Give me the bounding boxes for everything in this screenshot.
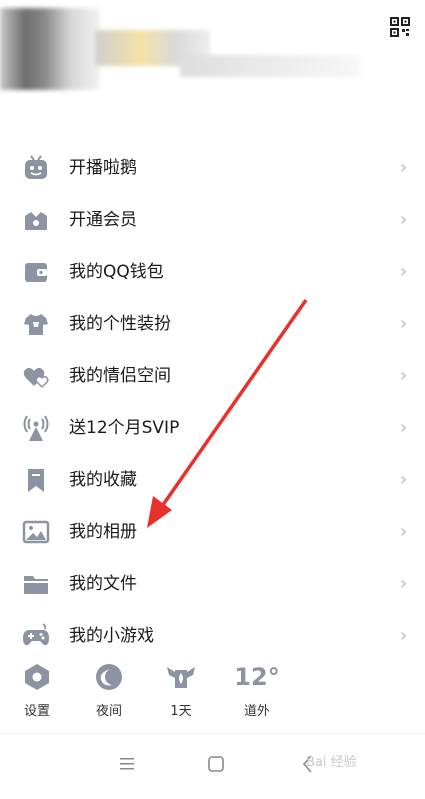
- streak-label: 1天: [170, 704, 192, 719]
- night-mode-label: 夜间: [95, 704, 122, 719]
- menu-item-label: 开播啦鹅: [69, 158, 137, 178]
- folder-icon: [24, 576, 48, 594]
- menu-lines-icon[interactable]: [114, 751, 140, 777]
- menu-item-couple-space[interactable]: 我的情侣空间 ›: [0, 351, 425, 403]
- chevron-right-icon: ›: [400, 157, 408, 178]
- profile-header[interactable]: [0, 0, 425, 110]
- chevron-right-icon: ›: [400, 469, 408, 490]
- menu-item-files[interactable]: 我的文件 ›: [0, 559, 425, 611]
- menu-item-label: 我的收藏: [69, 470, 137, 490]
- profile-status-blurred: [180, 55, 360, 77]
- settings-hexagon-icon: [25, 664, 49, 690]
- menu-item-live[interactable]: 开播啦鹅 ›: [0, 143, 425, 195]
- chevron-right-icon: ›: [400, 313, 408, 334]
- menu-item-vip[interactable]: 开通会员 ›: [0, 195, 425, 247]
- menu-item-album[interactable]: 我的相册 ›: [0, 507, 425, 559]
- settings-label: 设置: [23, 704, 50, 719]
- bookmark-icon: [28, 469, 44, 492]
- chevron-right-icon: ›: [400, 365, 408, 386]
- settings-button[interactable]: 设置: [12, 662, 62, 719]
- chevron-right-icon: ›: [400, 625, 408, 646]
- tshirt-icon: [24, 314, 48, 335]
- chevron-right-icon: ›: [400, 573, 408, 594]
- menu-item-label: 开通会员: [69, 210, 137, 230]
- crown-icon: [25, 212, 47, 230]
- menu-item-label: 我的QQ钱包: [69, 262, 164, 282]
- chevron-right-icon: ›: [400, 261, 408, 282]
- chevron-right-icon: ›: [400, 209, 408, 230]
- temperature-value: 12°: [234, 663, 280, 691]
- side-menu-list: 开播啦鹅 › 开通会员 › 我的QQ钱包 › 我的个性装扮 › 我的情侣空间 ›…: [0, 143, 425, 663]
- home-square-icon[interactable]: [203, 751, 229, 777]
- weather-button[interactable]: 12° 道外: [228, 662, 286, 719]
- night-mode-button[interactable]: 夜间: [84, 662, 134, 719]
- menu-item-svip-gift[interactable]: 送12个月SVIP ›: [0, 403, 425, 455]
- menu-item-dressup[interactable]: 我的个性装扮 ›: [0, 299, 425, 351]
- menu-item-label: 我的相册: [69, 522, 137, 542]
- system-nav-bar: Bai 经验: [0, 733, 425, 799]
- watermark-text: Bai 经验: [306, 755, 357, 770]
- wallet-icon: [25, 263, 47, 282]
- menu-item-label: 送12个月SVIP: [69, 418, 180, 438]
- checkin-streak-button[interactable]: 1天: [156, 662, 206, 719]
- menu-item-wallet[interactable]: 我的QQ钱包 ›: [0, 247, 425, 299]
- profile-avatar-blurred[interactable]: [0, 8, 100, 90]
- gamepad-icon: [23, 623, 49, 646]
- menu-item-minigames[interactable]: 我的小游戏 ›: [0, 611, 425, 663]
- chevron-right-icon: ›: [400, 521, 408, 542]
- photo-icon: [22, 520, 50, 544]
- hearts-icon: [23, 367, 49, 389]
- broadcast-tower-icon: [23, 415, 49, 441]
- menu-item-label: 我的文件: [69, 574, 137, 594]
- weather-location-label: 道外: [243, 704, 270, 719]
- menu-item-favorites[interactable]: 我的收藏 ›: [0, 455, 425, 507]
- menu-item-label: 我的小游戏: [69, 626, 154, 646]
- chevron-right-icon: ›: [400, 417, 408, 438]
- qr-code-icon[interactable]: [390, 17, 410, 37]
- live-penguin-icon: [25, 155, 47, 179]
- menu-item-label: 我的情侣空间: [69, 366, 171, 386]
- winged-flame-icon: [167, 667, 195, 688]
- quick-action-bar: 设置 夜间 1天 12° 道外: [0, 662, 425, 720]
- moon-icon: [96, 664, 122, 690]
- menu-item-label: 我的个性装扮: [69, 314, 171, 334]
